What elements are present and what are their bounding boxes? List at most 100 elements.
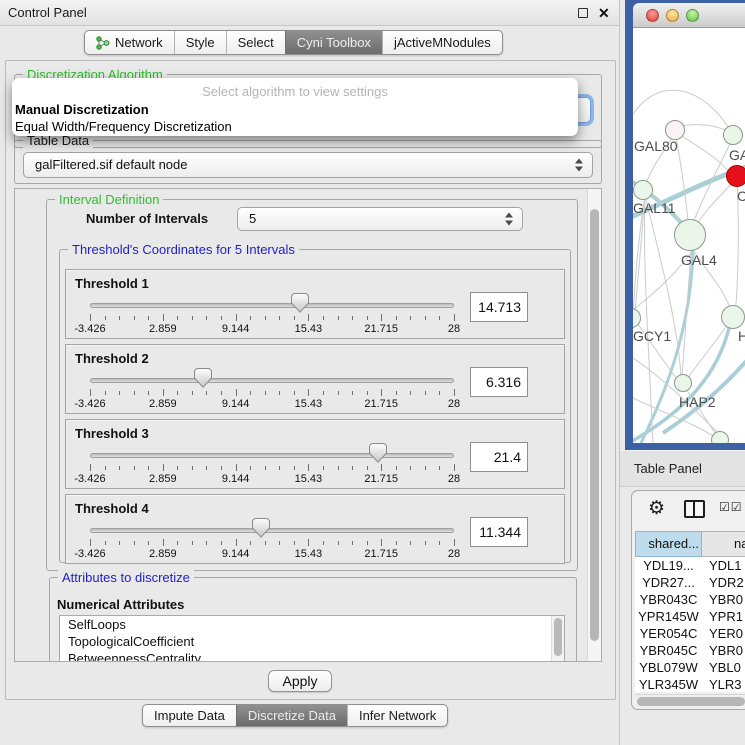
close-icon[interactable]: ✕ bbox=[598, 4, 610, 22]
tab-impute-data[interactable]: Impute Data bbox=[143, 705, 236, 726]
slider-track[interactable] bbox=[90, 378, 454, 383]
scrollbar-thumb[interactable] bbox=[637, 697, 745, 706]
tab-cyni-toolbox[interactable]: Cyni Toolbox bbox=[285, 31, 382, 54]
network-node-gal11[interactable] bbox=[633, 180, 653, 200]
dropdown-option-manual-discretization[interactable]: Manual Discretization bbox=[12, 101, 578, 118]
threshold-1-panel: Threshold 1 -3.4262.8599.14415.4321.7152… bbox=[65, 269, 565, 339]
cell[interactable]: YDL1 bbox=[702, 557, 745, 574]
slider-tick-labels: -3.4262.8599.14415.4321.71528 bbox=[90, 398, 454, 410]
table-row[interactable]: YBR045C YBR0 bbox=[635, 642, 745, 659]
network-node-red[interactable] bbox=[726, 165, 745, 187]
tab-infer-network[interactable]: Infer Network bbox=[347, 705, 447, 726]
table-row[interactable]: YBR043C YBR0 bbox=[635, 591, 745, 608]
threshold-3-panel: Threshold 3 -3.4262.8599.14415.4321.7152… bbox=[65, 419, 565, 489]
apply-button[interactable]: Apply bbox=[268, 670, 332, 692]
network-canvas[interactable]: GAL80 GA C GAL11 GAL4 GCY1 H HAP2 bbox=[633, 28, 745, 443]
numerical-attributes-list[interactable]: SelfLoops TopologicalCoefficient Between… bbox=[59, 615, 565, 662]
cell[interactable]: YBR043C bbox=[635, 591, 702, 608]
network-node-hap2[interactable] bbox=[674, 374, 692, 392]
cell[interactable]: YER054C bbox=[635, 625, 702, 642]
float-window-icon[interactable] bbox=[578, 8, 588, 18]
cell[interactable]: YLR3 bbox=[702, 676, 745, 692]
mac-close-button[interactable] bbox=[646, 9, 659, 22]
list-item[interactable]: TopologicalCoefficient bbox=[60, 633, 564, 650]
threshold-label: Threshold 4 bbox=[75, 501, 149, 516]
column-header-shared-name[interactable]: shared... bbox=[635, 531, 702, 557]
list-item[interactable]: BetweennessCentrality bbox=[60, 650, 564, 662]
scrollbar-thumb[interactable] bbox=[554, 618, 562, 656]
stepper-arrows-icon bbox=[505, 213, 514, 226]
mac-zoom-button[interactable] bbox=[686, 9, 699, 22]
network-node[interactable] bbox=[721, 305, 745, 329]
table-data-group: Table Data galFiltered.sif default node bbox=[14, 140, 602, 184]
cell[interactable]: YBL0 bbox=[702, 659, 745, 676]
cell[interactable]: YDL19... bbox=[635, 557, 702, 574]
table-data-combobox[interactable]: galFiltered.sif default node bbox=[23, 152, 593, 178]
scrollbar-thumb[interactable] bbox=[590, 209, 599, 641]
table-row[interactable]: YBL079W YBL0 bbox=[635, 659, 745, 676]
group-title: Interval Definition bbox=[55, 192, 163, 207]
gear-icon[interactable]: ⚙ bbox=[648, 497, 665, 520]
slider-track[interactable] bbox=[90, 303, 454, 308]
table-row[interactable]: YER054C YER0 bbox=[635, 625, 745, 642]
slider-thumb[interactable] bbox=[291, 293, 309, 313]
network-window-titlebar[interactable] bbox=[633, 3, 745, 28]
cell[interactable]: YBL079W bbox=[635, 659, 702, 676]
cell[interactable]: YER0 bbox=[702, 625, 745, 642]
slider-thumb[interactable] bbox=[369, 443, 387, 463]
cell[interactable]: YPR145W bbox=[635, 608, 702, 625]
table-row[interactable]: YDL19... YDL1 bbox=[635, 557, 745, 574]
threshold-1-value-field[interactable]: 14.713 bbox=[470, 292, 528, 322]
threshold-1-slider[interactable]: -3.4262.8599.14415.4321.71528 bbox=[90, 296, 454, 338]
network-node[interactable] bbox=[723, 125, 743, 145]
tab-jactivemnodules[interactable]: jActiveMNodules bbox=[382, 31, 502, 54]
node-label: GA bbox=[729, 147, 745, 163]
table-row[interactable]: YLR345W YLR3 bbox=[635, 676, 745, 692]
number-of-intervals-combobox[interactable]: 5 bbox=[237, 207, 523, 231]
settings-scrollbar[interactable] bbox=[587, 189, 601, 661]
network-view-window: GAL80 GA C GAL11 GAL4 GCY1 H HAP2 bbox=[625, 0, 745, 450]
table-horizontal-scrollbar[interactable] bbox=[635, 694, 745, 707]
list-scrollbar[interactable] bbox=[551, 616, 564, 662]
network-node-gal80[interactable] bbox=[665, 120, 685, 140]
network-node[interactable] bbox=[711, 431, 729, 443]
slider-thumb[interactable] bbox=[194, 368, 212, 388]
threshold-4-value-field[interactable]: 11.344 bbox=[470, 517, 528, 547]
threshold-2-slider[interactable]: -3.4262.8599.14415.4321.71528 bbox=[90, 371, 454, 413]
tab-label: Style bbox=[186, 35, 215, 50]
column-header-name[interactable]: na bbox=[702, 531, 745, 557]
network-icon bbox=[96, 36, 110, 50]
threshold-3-slider[interactable]: -3.4262.8599.14415.4321.71528 bbox=[90, 446, 454, 488]
tab-label: Cyni Toolbox bbox=[297, 35, 371, 50]
threshold-2-value-field[interactable]: 6.316 bbox=[470, 367, 528, 397]
slider-ticks bbox=[90, 314, 454, 322]
cell[interactable]: YBR045C bbox=[635, 642, 702, 659]
mac-minimize-button[interactable] bbox=[666, 9, 679, 22]
cell[interactable]: YLR345W bbox=[635, 676, 702, 692]
column-layout-icon[interactable] bbox=[684, 500, 705, 518]
table-row[interactable]: YDR27... YDR2 bbox=[635, 574, 745, 591]
cell[interactable]: YDR27... bbox=[635, 574, 702, 591]
node-label: GAL80 bbox=[634, 138, 678, 154]
table-row[interactable]: YPR145W YPR1 bbox=[635, 608, 745, 625]
network-node-gal4[interactable] bbox=[674, 219, 706, 251]
threshold-4-slider[interactable]: -3.4262.8599.14415.4321.71528 bbox=[90, 521, 454, 563]
slider-thumb[interactable] bbox=[252, 518, 270, 538]
tab-discretize-data[interactable]: Discretize Data bbox=[236, 705, 347, 726]
dropdown-option-equal-width-frequency[interactable]: Equal Width/Frequency Discretization bbox=[12, 118, 578, 135]
slider-track[interactable] bbox=[90, 453, 454, 458]
cell[interactable]: YBR0 bbox=[702, 591, 745, 608]
table-panel: ⚙ ☑☑ shared... na YDL19... YDL1 YDR27...… bbox=[631, 490, 745, 710]
cell[interactable]: YPR1 bbox=[702, 608, 745, 625]
algorithm-dropdown-popup: Select algorithm to view settings Manual… bbox=[12, 78, 578, 136]
panel-title: Control Panel bbox=[8, 0, 87, 26]
cell[interactable]: YBR0 bbox=[702, 642, 745, 659]
tab-network[interactable]: Network bbox=[85, 31, 174, 54]
tab-style[interactable]: Style bbox=[174, 31, 226, 54]
tab-select[interactable]: Select bbox=[226, 31, 285, 54]
list-item[interactable]: SelfLoops bbox=[60, 616, 564, 633]
select-columns-icon[interactable]: ☑☑ bbox=[719, 500, 743, 514]
cell[interactable]: YDR2 bbox=[702, 574, 745, 591]
slider-track[interactable] bbox=[90, 528, 454, 533]
threshold-3-value-field[interactable]: 21.4 bbox=[470, 442, 528, 472]
